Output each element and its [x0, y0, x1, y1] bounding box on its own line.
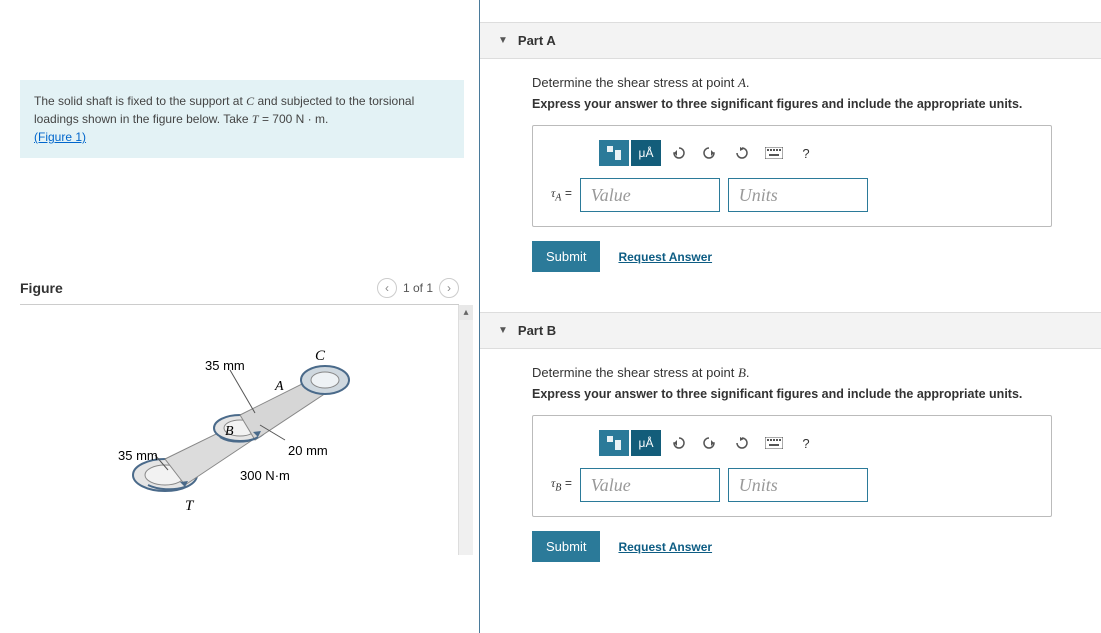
- part-b-body: Determine the shear stress at point B. E…: [480, 349, 1101, 580]
- tau-b-label: τB =: [551, 476, 572, 493]
- value-input[interactable]: Value: [580, 468, 720, 502]
- request-answer-link[interactable]: Request Answer: [618, 540, 712, 554]
- shaft-diagram: C A B 35 mm 35 mm 20 mm 300 N·m T: [110, 325, 370, 525]
- value-input[interactable]: Value: [580, 178, 720, 212]
- keyboard-icon: [765, 437, 783, 449]
- var-t: T: [252, 112, 259, 126]
- undo-icon: [671, 436, 685, 450]
- figure-counter: 1 of 1: [403, 281, 433, 295]
- redo-button[interactable]: [695, 140, 725, 166]
- submit-button[interactable]: Submit: [532, 241, 600, 272]
- label-35mm-top: 35 mm: [205, 358, 245, 373]
- redo-icon: [703, 146, 717, 160]
- part-b-instruction: Express your answer to three significant…: [532, 387, 1071, 401]
- reset-button[interactable]: [727, 140, 757, 166]
- part-a-prompt: Determine the shear stress at point A.: [532, 75, 1071, 91]
- units-input[interactable]: Units: [728, 468, 868, 502]
- keyboard-button[interactable]: [759, 430, 789, 456]
- units-input[interactable]: Units: [728, 178, 868, 212]
- templates-button[interactable]: [599, 140, 629, 166]
- part-b-header[interactable]: ▼ Part B: [480, 312, 1101, 349]
- templates-icon: [606, 435, 622, 451]
- submit-button[interactable]: Submit: [532, 531, 600, 562]
- undo-button[interactable]: [663, 140, 693, 166]
- reset-icon: [735, 146, 749, 160]
- label-b: B: [225, 424, 234, 439]
- reset-icon: [735, 436, 749, 450]
- part-a-toolbar: μÅ ?: [599, 140, 1033, 166]
- figure-link[interactable]: (Figure 1): [34, 130, 86, 144]
- part-a-submit-row: Submit Request Answer: [532, 241, 1071, 272]
- figure-body: C A B 35 mm 35 mm 20 mm 300 N·m T ▴: [20, 305, 459, 545]
- problem-text: The solid shaft is fixed to the support …: [34, 94, 246, 108]
- collapse-icon: ▼: [498, 35, 508, 46]
- point-c-var: C: [246, 94, 254, 108]
- figure-scrollbar[interactable]: ▴: [458, 305, 473, 555]
- templates-icon: [606, 145, 622, 161]
- figure-header: Figure ‹ 1 of 1 ›: [20, 278, 459, 305]
- keyboard-icon: [765, 147, 783, 159]
- part-b-submit-row: Submit Request Answer: [532, 531, 1071, 562]
- figure-nav: ‹ 1 of 1 ›: [377, 278, 459, 298]
- right-pane: ▼ Part A Determine the shear stress at p…: [480, 0, 1101, 633]
- part-b-toolbar: μÅ ?: [599, 430, 1033, 456]
- part-a-body: Determine the shear stress at point A. E…: [480, 59, 1101, 290]
- undo-icon: [671, 146, 685, 160]
- label-300nm: 300 N·m: [240, 468, 290, 483]
- units-format-button[interactable]: μÅ: [631, 430, 661, 456]
- point-b-var: B: [738, 365, 746, 380]
- label-t: T: [185, 498, 195, 514]
- tau-a-label: τA =: [551, 186, 572, 203]
- part-b-answer-frame: μÅ ? τB = V: [532, 415, 1052, 517]
- redo-icon: [703, 436, 717, 450]
- part-b-block: ▼ Part B Determine the shear stress at p…: [480, 312, 1101, 580]
- label-35mm-left: 35 mm: [118, 448, 158, 463]
- part-b-title: Part B: [518, 323, 556, 338]
- part-a-header[interactable]: ▼ Part A: [480, 22, 1101, 59]
- point-a-var: A: [738, 75, 746, 90]
- figure-section: Figure ‹ 1 of 1 ›: [0, 278, 479, 545]
- redo-button[interactable]: [695, 430, 725, 456]
- undo-button[interactable]: [663, 430, 693, 456]
- problem-unit: N · m: [296, 112, 325, 126]
- figure-next-button[interactable]: ›: [439, 278, 459, 298]
- help-button[interactable]: ?: [791, 430, 821, 456]
- problem-eq: = 700: [259, 112, 296, 126]
- reset-button[interactable]: [727, 430, 757, 456]
- part-a-block: ▼ Part A Determine the shear stress at p…: [480, 22, 1101, 290]
- help-button[interactable]: ?: [791, 140, 821, 166]
- problem-period: .: [325, 112, 328, 126]
- figure-title: Figure: [20, 280, 63, 296]
- part-a-input-row: τA = Value Units: [551, 178, 1033, 212]
- part-a-title: Part A: [518, 33, 556, 48]
- templates-button[interactable]: [599, 430, 629, 456]
- label-20mm: 20 mm: [288, 443, 328, 458]
- label-a: A: [274, 379, 284, 394]
- keyboard-button[interactable]: [759, 140, 789, 166]
- figure-prev-button[interactable]: ‹: [377, 278, 397, 298]
- label-c: C: [315, 348, 326, 364]
- request-answer-link[interactable]: Request Answer: [618, 250, 712, 264]
- scroll-up-icon[interactable]: ▴: [459, 305, 473, 320]
- part-b-input-row: τB = Value Units: [551, 468, 1033, 502]
- part-a-instruction: Express your answer to three significant…: [532, 97, 1071, 111]
- problem-statement: The solid shaft is fixed to the support …: [20, 80, 464, 158]
- collapse-icon: ▼: [498, 325, 508, 336]
- part-b-prompt: Determine the shear stress at point B.: [532, 365, 1071, 381]
- part-a-answer-frame: μÅ ? τA = V: [532, 125, 1052, 227]
- units-format-button[interactable]: μÅ: [631, 140, 661, 166]
- left-pane: The solid shaft is fixed to the support …: [0, 0, 480, 633]
